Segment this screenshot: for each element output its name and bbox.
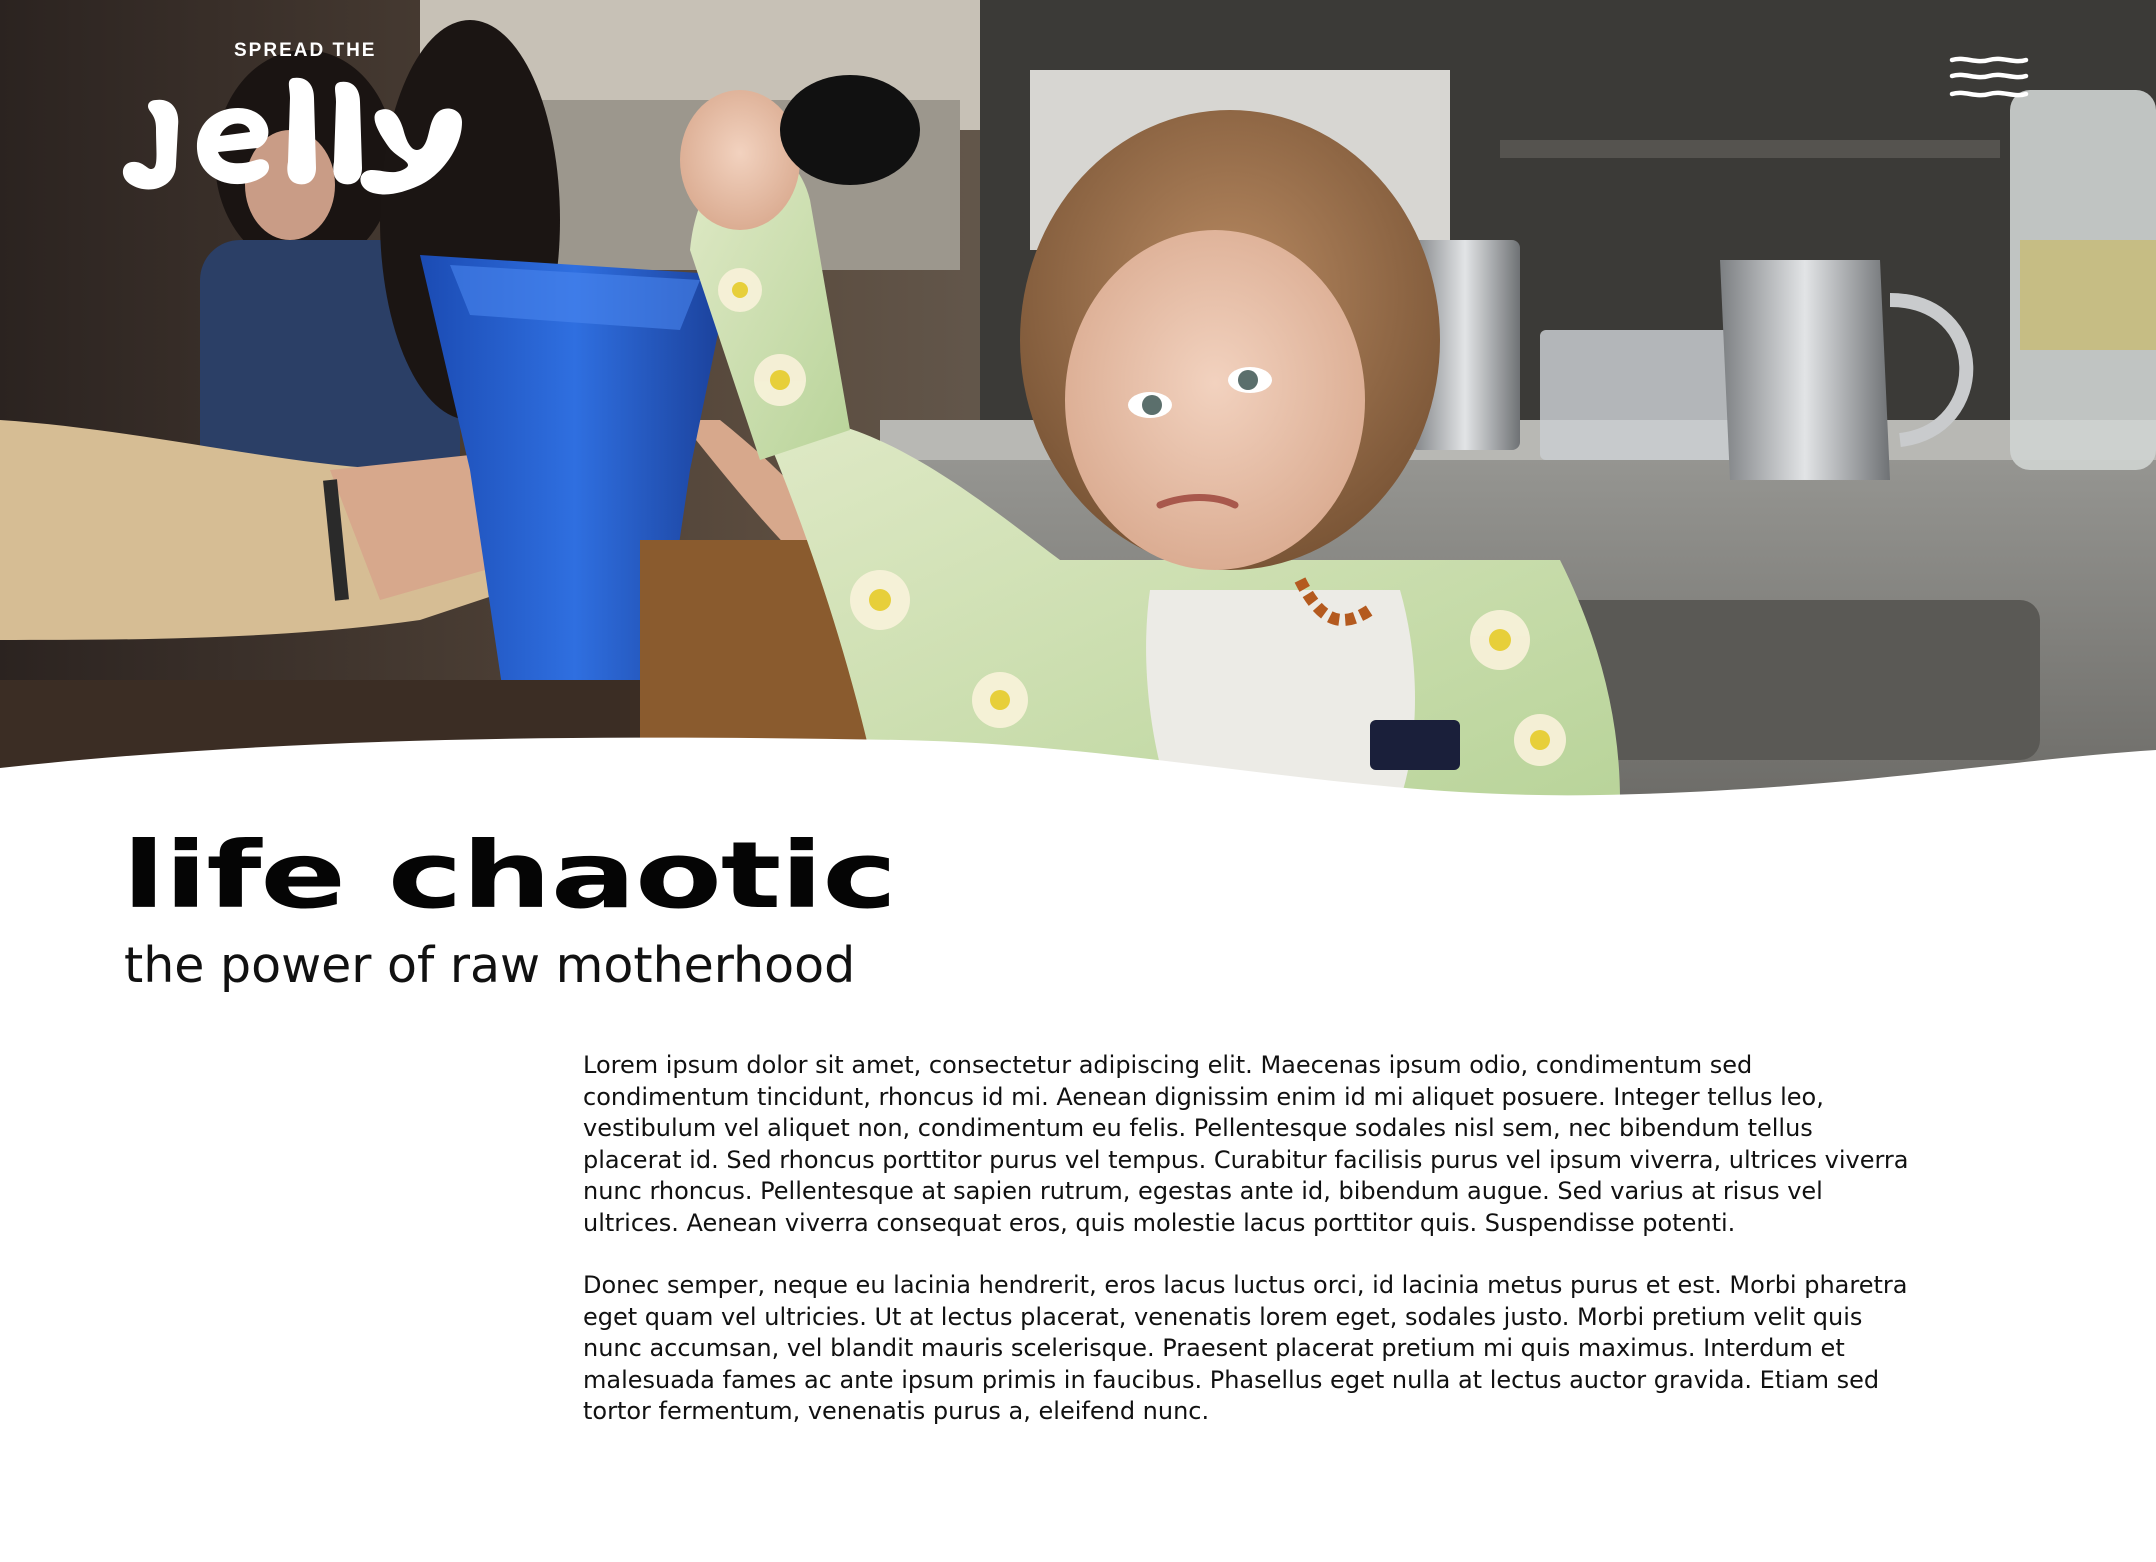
article-body: Lorem ipsum dolor sit amet, consectetur … xyxy=(583,1050,1913,1459)
brand-logo[interactable]: SPREAD THE xyxy=(118,40,484,200)
jelly-wordmark-icon xyxy=(122,77,462,195)
brand-kicker: SPREAD THE xyxy=(234,40,377,61)
page: SPREAD THE life chaotic the power of raw… xyxy=(0,0,2156,1562)
article-title: life chaotic xyxy=(122,822,897,929)
article-paragraph: Donec semper, neque eu lacinia hendrerit… xyxy=(583,1271,1908,1425)
menu-button[interactable] xyxy=(1948,54,2030,104)
article-paragraph: Lorem ipsum dolor sit amet, consectetur … xyxy=(583,1051,1909,1237)
article-subtitle: the power of raw motherhood xyxy=(124,937,856,994)
wavy-hamburger-icon xyxy=(1949,56,2029,98)
